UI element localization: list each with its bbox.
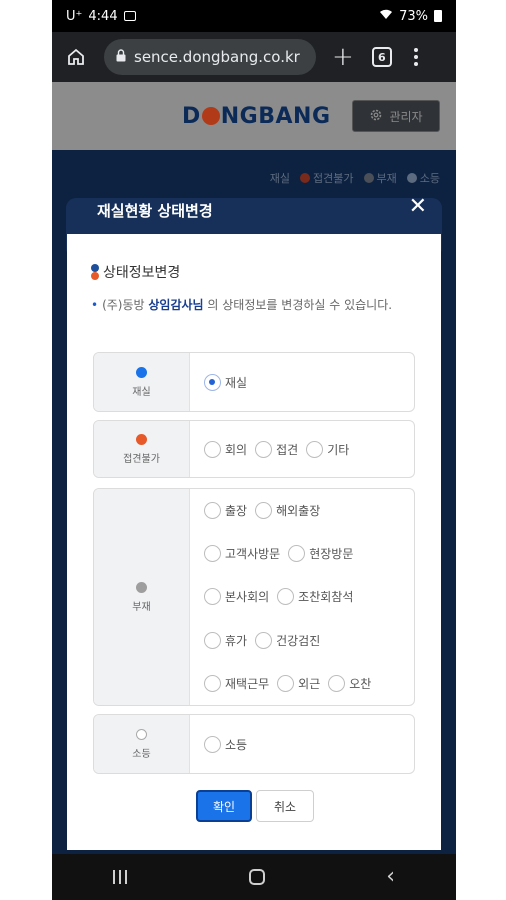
close-icon[interactable]: ✕ xyxy=(409,194,427,219)
cancel-button[interactable]: 취소 xyxy=(256,790,314,822)
dialog-title: 재실현황 상태변경 xyxy=(97,201,213,220)
radio-site-visit[interactable]: 현장방문 xyxy=(288,545,353,563)
bullet-icon: • xyxy=(91,298,99,312)
radio-field-work[interactable]: 외근 xyxy=(277,674,320,692)
recent-apps-icon[interactable] xyxy=(112,870,127,884)
group-label-no-meeting: 접견불가 xyxy=(94,421,190,477)
radio-health-checkup[interactable]: 건강검진 xyxy=(255,631,320,649)
confirm-button[interactable]: 확인 xyxy=(196,790,252,822)
description: • (주)동방 상임감사님 의 상태정보를 변경하실 수 있습니다. xyxy=(91,298,393,312)
group-present: 재실 재실 xyxy=(93,352,415,412)
radio-present[interactable]: 재실 xyxy=(204,373,247,391)
admin-label: 관리자 xyxy=(389,109,423,124)
navigation-bar: ‹ xyxy=(52,854,456,900)
status-change-dialog: 상태정보변경 • (주)동방 상임감사님 의 상태정보를 변경하실 수 있습니다.… xyxy=(67,234,441,850)
address-bar[interactable]: sence.dongbang.co.kr xyxy=(104,39,316,75)
back-icon[interactable]: ‹ xyxy=(386,866,395,888)
group-off: 소등 소등 xyxy=(93,714,415,774)
new-tab-icon[interactable]: + xyxy=(332,44,354,70)
legend-present: 재실 xyxy=(269,172,291,185)
legend-no-meeting: 접견불가 xyxy=(300,170,354,186)
no-meeting-dot-icon xyxy=(136,433,147,445)
legend-off: 소등 xyxy=(406,170,440,186)
radio-breakfast-meeting[interactable]: 조찬회참석 xyxy=(277,588,353,606)
group-label-off: 소등 xyxy=(94,715,190,773)
browser-toolbar: sence.dongbang.co.kr + 6 xyxy=(52,32,456,82)
present-dot-icon xyxy=(136,366,147,378)
gear-icon xyxy=(369,108,383,125)
radio-other[interactable]: 기타 xyxy=(306,440,349,458)
carrier-label: U⁺ xyxy=(66,8,83,24)
radio-off[interactable]: 소등 xyxy=(204,735,247,753)
absent-dot-icon xyxy=(136,581,147,593)
person-name: 상임감사님 xyxy=(148,298,204,312)
site-header: D NGBANG 관리자 xyxy=(52,82,456,150)
section-title: 상태정보변경 xyxy=(91,262,180,282)
group-label-present: 재실 xyxy=(94,353,190,411)
radio-hq-meeting[interactable]: 본사회의 xyxy=(204,588,269,606)
group-no-meeting: 접견불가 회의 접견 기타 xyxy=(93,420,415,478)
status-legend: 재실 접견불가 부재 소등 xyxy=(270,170,440,186)
menu-icon[interactable] xyxy=(413,48,418,66)
radio-meeting[interactable]: 회의 xyxy=(204,440,247,458)
radio-vacation[interactable]: 휴가 xyxy=(204,631,247,649)
radio-overseas-trip[interactable]: 해외출장 xyxy=(255,502,320,520)
url-text: sence.dongbang.co.kr xyxy=(134,48,300,66)
home-icon[interactable] xyxy=(62,43,90,71)
group-label-absent: 부재 xyxy=(94,489,190,705)
lock-icon xyxy=(116,48,126,66)
wifi-icon xyxy=(379,8,393,24)
radio-client-visit[interactable]: 고객사방문 xyxy=(204,545,280,563)
clock: 4:44 xyxy=(88,8,118,24)
dialog-header: 재실현황 상태변경 ✕ xyxy=(67,186,441,234)
radio-business-trip[interactable]: 출장 xyxy=(204,502,247,520)
radio-remote-work[interactable]: 재택근무 xyxy=(204,674,269,692)
group-absent: 부재 출장 해외출장 고객사방문 현장방문 본사회의 조찬회참석 휴가 건강검진 xyxy=(93,488,415,706)
tab-switcher-button[interactable]: 6 xyxy=(371,47,392,67)
gallery-icon xyxy=(123,11,136,21)
dongbang-logo: D NGBANG xyxy=(182,104,331,129)
phone-screen: U⁺ 4:44 73% sence.dongbang.co.kr + 6 D N… xyxy=(52,0,456,900)
radio-reception[interactable]: 접견 xyxy=(255,440,298,458)
admin-button[interactable]: 관리자 xyxy=(352,100,440,132)
status-bar: U⁺ 4:44 73% xyxy=(52,0,456,32)
radio-lunch[interactable]: 오찬 xyxy=(328,674,371,692)
battery-icon xyxy=(434,10,442,22)
section-marker-icon xyxy=(91,264,99,280)
home-button-icon[interactable] xyxy=(248,869,265,885)
battery-percent: 73% xyxy=(399,8,428,24)
off-dot-icon xyxy=(136,728,147,740)
legend-absent: 부재 xyxy=(363,170,397,186)
